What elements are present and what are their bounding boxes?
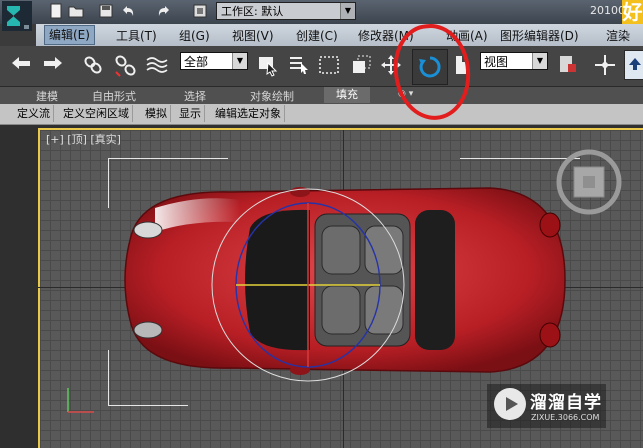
use-pivot-icon[interactable] (556, 52, 582, 78)
menu-graph-editors[interactable]: 图形编辑器(D) (500, 27, 579, 44)
workspace-dropdown[interactable]: 工作区: 默认 ▼ (216, 2, 356, 20)
keyboard-shortcut-override-button[interactable] (624, 50, 643, 80)
chevron-down-icon: ▼ (532, 53, 547, 69)
frame-corner-bl (108, 405, 188, 406)
display-button[interactable]: 显示 (176, 105, 205, 122)
menu-rendering[interactable]: 渲染 (606, 27, 630, 44)
ribbon-panel: 定义流 定义空闲区域 模拟 显示 编辑选定对象 (0, 104, 643, 125)
undo-icon[interactable] (120, 3, 136, 19)
select-by-name-icon[interactable] (286, 52, 312, 78)
open-folder-icon[interactable] (68, 3, 84, 19)
tab-modeling[interactable]: 建模 (36, 88, 58, 104)
menu-create[interactable]: 创建(C) (296, 27, 338, 44)
bind-space-warp-icon[interactable] (144, 52, 170, 78)
menu-bar: 编辑(E) 工具(T) 组(G) 视图(V) 创建(C) 修改器(M) 动画(A… (36, 24, 643, 46)
define-flows-button[interactable]: 定义流 (14, 105, 54, 122)
arrow-up-icon (629, 58, 641, 70)
window-crossing-icon[interactable] (348, 52, 374, 78)
watermark-title: 溜溜自学 (530, 393, 602, 413)
chevron-down-icon: ▼ (232, 53, 247, 69)
edit-selected-button[interactable]: 编辑选定对象 (212, 105, 285, 122)
simulate-button[interactable]: 模拟 (142, 105, 171, 122)
tab-object-paint[interactable]: 对象绘制 (250, 88, 294, 104)
menu-edit[interactable]: 编辑(E) (44, 25, 95, 45)
select-object-icon[interactable] (254, 52, 280, 78)
menu-group[interactable]: 组(G) (179, 27, 210, 44)
tab-selection[interactable]: 选择 (184, 88, 206, 104)
tab-freeform[interactable]: 自由形式 (92, 88, 136, 104)
rectangle-region-icon[interactable] (316, 52, 342, 78)
redo-icon[interactable] (156, 3, 172, 19)
chevron-down-icon: ▼ (340, 3, 355, 19)
brand-logo: 好 (622, 0, 643, 24)
redo-arrow-icon[interactable] (40, 52, 66, 78)
ribbon-tab-bar: 建模 自由形式 选择 对象绘制 填充 ◉ ▾ (0, 87, 643, 104)
project-folder-icon[interactable] (192, 3, 208, 19)
define-idle-areas-button[interactable]: 定义空闲区域 (60, 105, 133, 122)
frame-corner-bl-v (108, 350, 109, 405)
reference-coordinate-dropdown[interactable]: 视图 ▼ (480, 52, 548, 70)
frame-corner-tl (108, 158, 228, 159)
unlink-icon[interactable] (112, 52, 138, 78)
undo-arrow-icon[interactable] (8, 52, 34, 78)
viewport-label[interactable]: [+] [顶] [真实] (46, 131, 121, 147)
menu-views[interactable]: 视图(V) (232, 27, 274, 44)
watermark-play-icon (494, 388, 526, 420)
app-logo-icon[interactable] (2, 1, 32, 31)
frame-corner-tl-v (108, 158, 109, 208)
rotate-gizmo[interactable] (208, 185, 408, 385)
save-icon[interactable] (98, 3, 114, 19)
watermark-subtitle: ZIXUE.3066.COM (531, 413, 600, 422)
axis-tripod-icon (67, 388, 94, 413)
tab-populate[interactable]: 填充 (324, 87, 370, 103)
selection-filter-dropdown[interactable]: 全部 ▼ (180, 52, 248, 70)
selection-filter-value: 全部 (184, 55, 209, 69)
new-file-icon[interactable] (48, 3, 64, 19)
reference-coordinate-value: 视图 (484, 55, 509, 69)
workspace-label: 工作区: 默认 (221, 5, 284, 18)
select-manipulate-icon[interactable] (592, 52, 618, 78)
menu-tools[interactable]: 工具(T) (116, 27, 157, 44)
link-icon[interactable] (80, 52, 106, 78)
